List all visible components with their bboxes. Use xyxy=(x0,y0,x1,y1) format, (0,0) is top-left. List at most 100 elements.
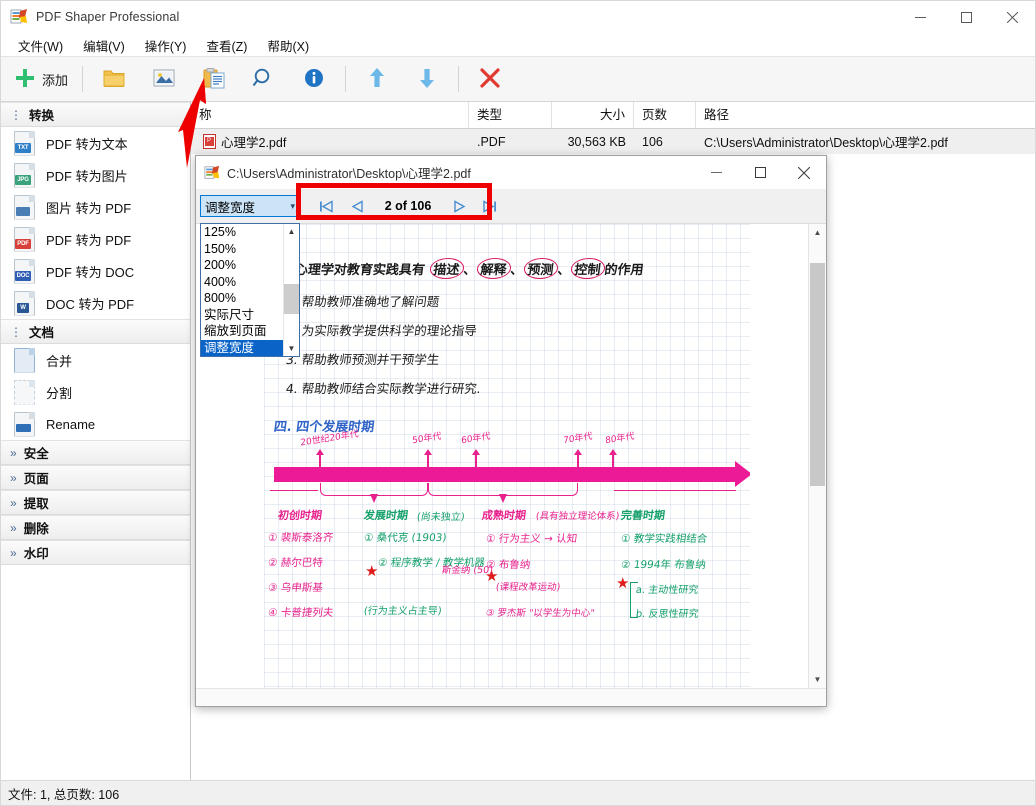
last-page-button[interactable] xyxy=(482,198,498,214)
search-button[interactable] xyxy=(240,60,288,98)
first-page-button[interactable] xyxy=(318,198,334,214)
menu-action[interactable]: 操作(Y) xyxy=(136,34,196,57)
brace-marker xyxy=(630,582,638,618)
sidebar-item-image-to-pdf[interactable]: 图片 转为 PDF xyxy=(1,191,190,223)
cell-name: 心理学2.pdf xyxy=(221,136,287,150)
scroll-thumb[interactable] xyxy=(810,262,825,487)
period-title: 发展时期 xyxy=(363,509,409,522)
page-horizontal-scrollbar[interactable] xyxy=(196,688,826,706)
zoom-option-125[interactable]: 125% xyxy=(201,224,283,241)
window-controls xyxy=(897,1,1035,33)
dropdown-scroll-track[interactable] xyxy=(284,239,299,341)
sidebar-item-split[interactable]: 分割 xyxy=(1,376,190,408)
zoom-option-200[interactable]: 200% xyxy=(201,257,283,274)
group-header-watermark[interactable]: » 水印 xyxy=(1,540,190,565)
group-header-convert[interactable]: ⋮ 转换 xyxy=(1,102,190,127)
sidebar-item-pdf-to-image[interactable]: JPG PDF 转为图片 xyxy=(1,159,190,191)
dropdown-scroll-thumb[interactable] xyxy=(284,283,299,315)
clipboard-icon xyxy=(202,67,226,92)
zoom-option-800[interactable]: 800% xyxy=(201,290,283,307)
pdf-badge: PDF xyxy=(15,238,31,249)
sidebar-item-merge[interactable]: 合并 xyxy=(1,344,190,376)
sidebar-item-doc-to-pdf[interactable]: W DOC 转为 PDF xyxy=(1,287,190,319)
period-item: ② 1994年 布鲁纳 xyxy=(620,559,707,571)
sidebar-item-rename[interactable]: Rename xyxy=(1,408,190,440)
jpg-badge: JPG xyxy=(15,174,31,185)
move-up-button[interactable] xyxy=(353,60,401,98)
zoom-option-actual-size[interactable]: 实际尺寸 xyxy=(201,307,283,324)
viewer-maximize-button[interactable] xyxy=(738,156,782,189)
cell-path: C:\Users\Administrator\Desktop\心理学2.pdf xyxy=(704,136,948,150)
sidebar-label-pdf-to-text: PDF 转为文本 xyxy=(46,136,128,152)
open-folder-button[interactable] xyxy=(90,60,138,98)
viewer-minimize-button[interactable] xyxy=(694,156,738,189)
add-button[interactable]: 添加 xyxy=(7,60,75,98)
zoom-dropdown-list[interactable]: 125% 150% 200% 400% 800% 实际尺寸 缩放到页面 调整宽度… xyxy=(200,223,300,357)
sidebar-item-pdf-to-doc[interactable]: DOC PDF 转为 DOC xyxy=(1,255,190,287)
intro-circled-3: 预测 xyxy=(522,258,559,279)
zoom-dropdown-scrollbar[interactable]: ▲ ▼ xyxy=(283,224,299,356)
paste-button[interactable] xyxy=(190,60,238,98)
group-header-extract[interactable]: » 提取 xyxy=(1,490,190,515)
doc-file-icon: DOC xyxy=(14,258,35,284)
zoom-select[interactable]: 调整宽度 ▾ xyxy=(200,195,300,217)
table-row[interactable]: P 心理学2.pdf .PDF 30,563 KB 106 C:\Users\A… xyxy=(191,129,1035,154)
chevron-right-icon: » xyxy=(10,495,17,510)
list-item: 4. 帮助教师结合实际教学进行研究. xyxy=(284,381,482,396)
column-type[interactable]: 类型 xyxy=(469,102,552,128)
period-bracket xyxy=(428,483,578,503)
period-item: ④ 卡普捷列夫 xyxy=(267,607,334,619)
menu-edit[interactable]: 编辑(V) xyxy=(74,34,134,57)
maximize-button[interactable] xyxy=(943,1,989,33)
zoom-option-150[interactable]: 150% xyxy=(201,241,283,258)
column-pages[interactable]: 页数 xyxy=(634,102,696,128)
info-button[interactable] xyxy=(290,60,338,98)
sidebar-label-split: 分割 xyxy=(46,385,73,401)
group-header-delete[interactable]: » 删除 xyxy=(1,515,190,540)
remove-button[interactable] xyxy=(466,60,514,98)
zoom-option-fit-width[interactable]: 调整宽度 xyxy=(201,339,283,356)
scroll-track[interactable] xyxy=(809,241,826,671)
prev-page-button[interactable] xyxy=(349,198,365,214)
intro-circled-2: 解释 xyxy=(475,258,512,279)
scroll-up-icon[interactable]: ▲ xyxy=(284,224,299,239)
add-image-button[interactable] xyxy=(140,60,188,98)
group-label-extract: 提取 xyxy=(23,497,49,511)
viewer-close-button[interactable] xyxy=(782,156,826,189)
sidebar-label-pdf-to-image: PDF 转为图片 xyxy=(46,168,128,184)
scroll-down-icon[interactable]: ▼ xyxy=(809,671,826,688)
sidebar-item-pdf-to-pdf[interactable]: PDF PDF 转为 PDF xyxy=(1,223,190,255)
period-item: ① 教学实践相结合 xyxy=(620,533,708,545)
scroll-down-icon[interactable]: ▼ xyxy=(284,341,299,356)
menu-view[interactable]: 查看(Z) xyxy=(197,34,256,57)
chevron-down-icon: ⋮ xyxy=(10,107,22,122)
minimize-button[interactable] xyxy=(897,1,943,33)
word-badge: W xyxy=(17,302,29,313)
group-label-security: 安全 xyxy=(23,447,49,461)
timeline-tick xyxy=(472,449,479,467)
column-path[interactable]: 路径 xyxy=(696,102,1035,128)
scroll-up-icon[interactable]: ▲ xyxy=(809,224,826,241)
title-bar: PDF Shaper Professional xyxy=(1,1,1035,34)
jpg-file-icon: JPG xyxy=(14,162,35,188)
close-button[interactable] xyxy=(989,1,1035,33)
group-header-security[interactable]: » 安全 xyxy=(1,440,190,465)
next-page-button[interactable] xyxy=(451,198,467,214)
column-size[interactable]: 大小 xyxy=(552,102,634,128)
group-header-pages[interactable]: » 页面 xyxy=(1,465,190,490)
group-header-document[interactable]: ⋮ 文档 xyxy=(1,319,190,344)
column-name[interactable]: 称 xyxy=(191,102,469,128)
chevron-down-icon: ▾ xyxy=(290,200,295,211)
pdf-file-icon: PDF xyxy=(14,226,35,252)
sidebar-label-pdf-to-doc: PDF 转为 DOC xyxy=(46,264,135,280)
zoom-option-400[interactable]: 400% xyxy=(201,274,283,291)
zoom-option-fit-page[interactable]: 缩放到页面 xyxy=(201,323,283,340)
page-vertical-scrollbar[interactable]: ▲ ▼ xyxy=(808,224,826,688)
menu-help[interactable]: 帮助(X) xyxy=(258,34,318,57)
move-down-button[interactable] xyxy=(403,60,451,98)
period-item: ① 裴斯泰洛齐 xyxy=(267,532,334,544)
sidebar-item-pdf-to-text[interactable]: TXT PDF 转为文本 xyxy=(1,127,190,159)
menu-file[interactable]: 文件(W) xyxy=(9,34,72,57)
period-axis xyxy=(270,490,318,492)
zoom-select-value: 调整宽度 xyxy=(205,200,256,215)
